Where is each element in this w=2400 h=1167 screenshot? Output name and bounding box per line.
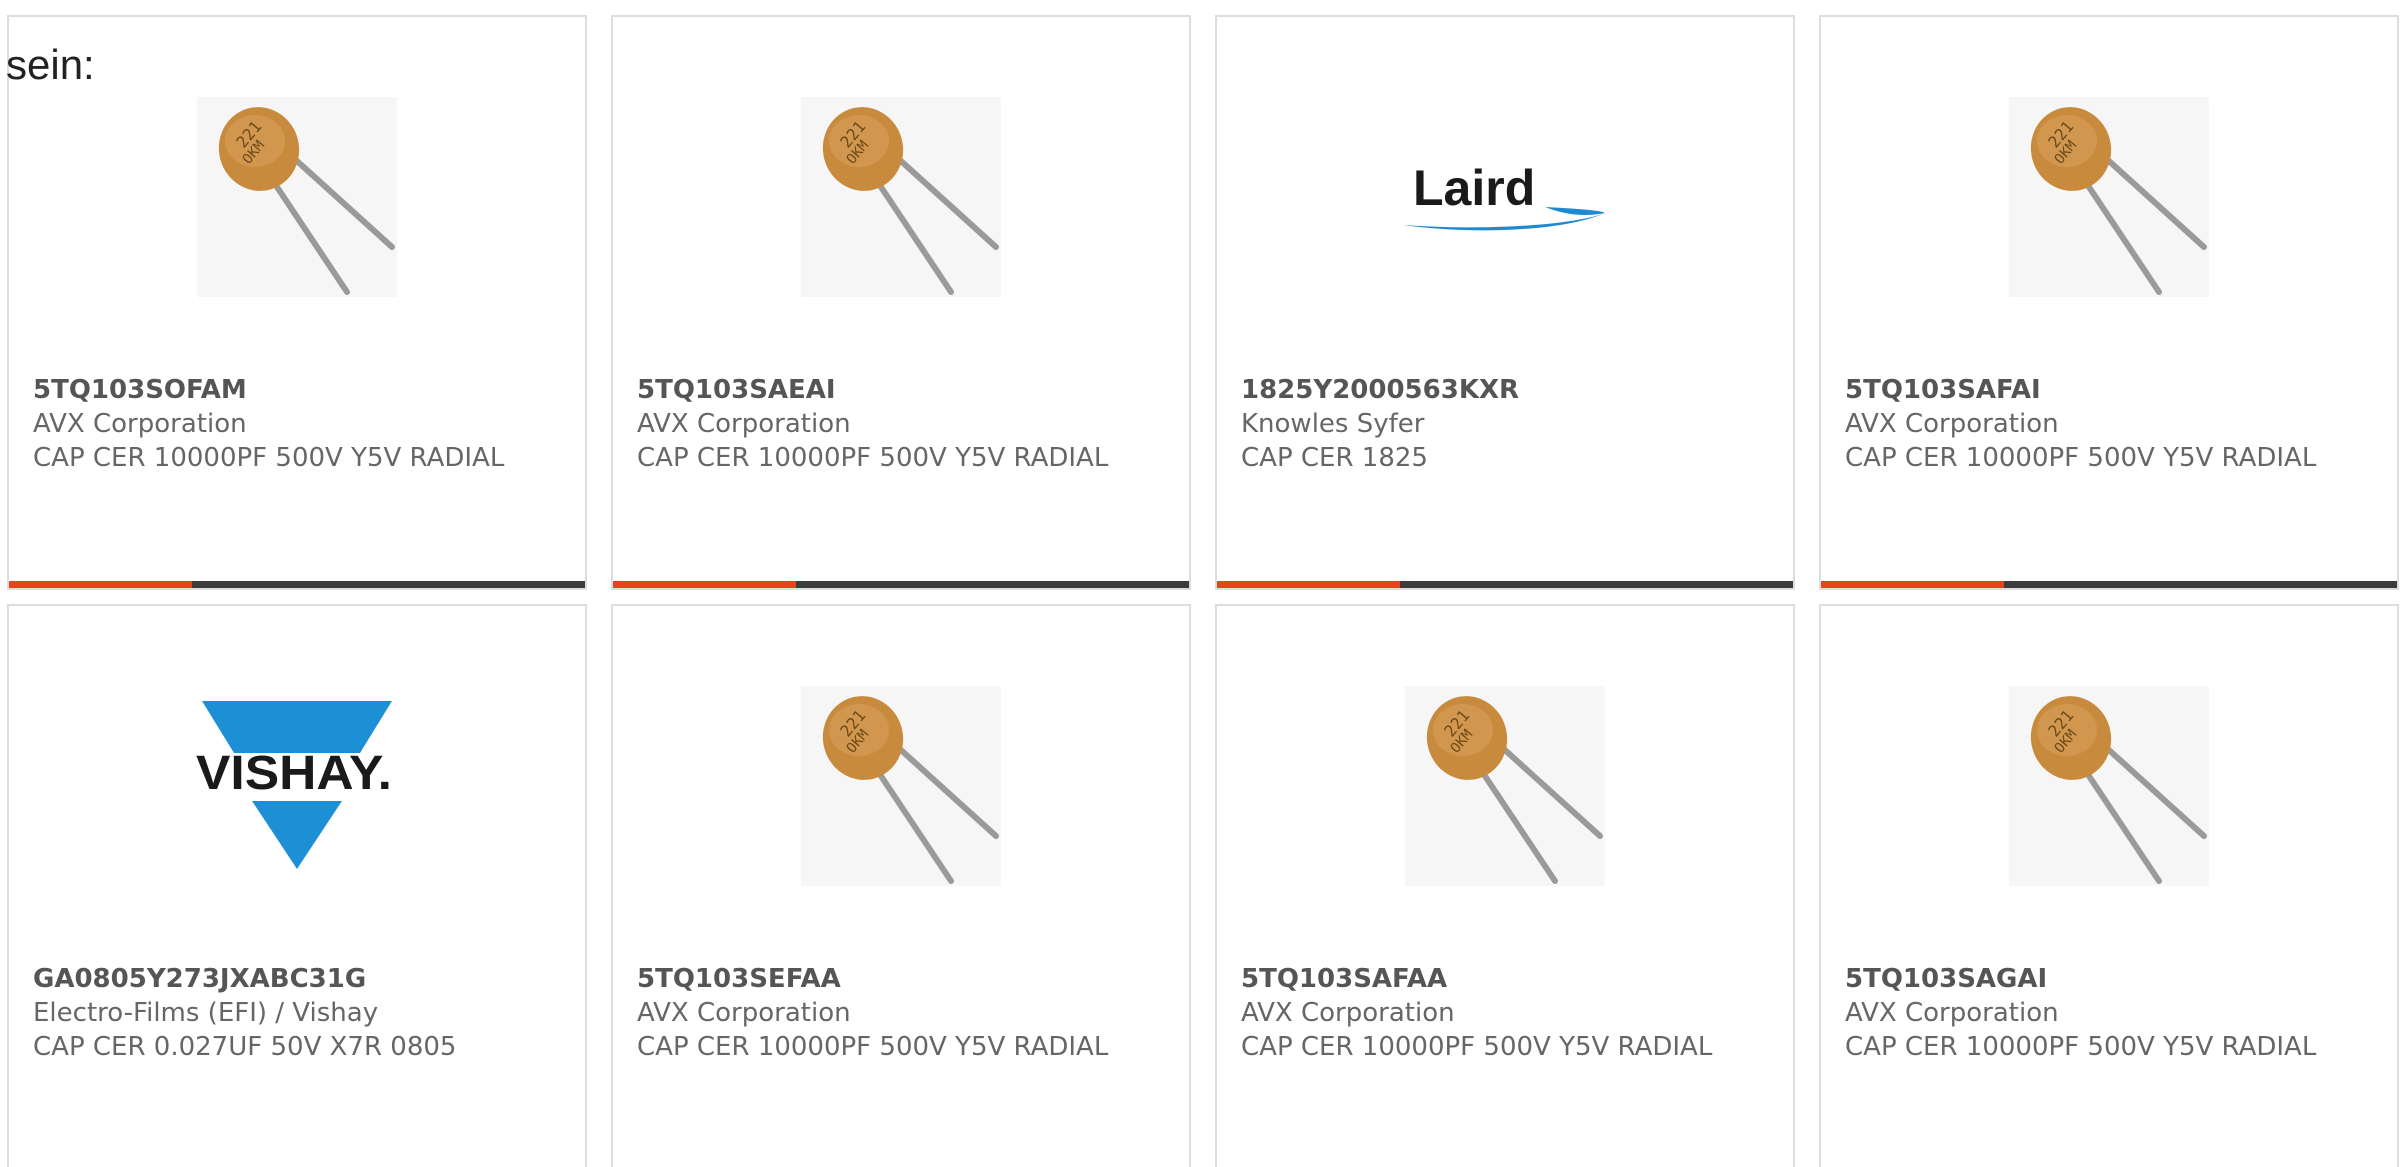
product-info: 5TQ103SAFAA AVX Corporation CAP CER 1000…	[1241, 962, 1773, 1064]
product-grid: 221 OKM 5TQ103SOFAM AVX Corporation CAP …	[7, 15, 2400, 1167]
product-image-area: 221 OKM	[1821, 676, 2397, 896]
product-image-area: 221 OKM	[1821, 87, 2397, 307]
manufacturer: AVX Corporation	[33, 409, 247, 439]
product-card[interactable]: Laird 1825Y2000563KXR Knowles Syfer CAP …	[1215, 15, 1795, 590]
product-info: 5TQ103SAGAI AVX Corporation CAP CER 1000…	[1845, 962, 2377, 1064]
description: CAP CER 10000PF 500V Y5V RADIAL	[33, 443, 505, 473]
product-card[interactable]: 221 OKM 5TQ103SAEAI AVX Corporation CAP …	[611, 15, 1191, 590]
part-number[interactable]: 5TQ103SEFAA	[637, 962, 1169, 996]
part-number[interactable]: GA0805Y273JXABC31G	[33, 962, 565, 996]
product-info: 5TQ103SEFAA AVX Corporation CAP CER 1000…	[637, 962, 1169, 1064]
part-number[interactable]: 5TQ103SAFAI	[1845, 373, 2377, 407]
product-image-area: VISHAY.	[9, 676, 585, 896]
description: CAP CER 1825	[1241, 443, 1428, 473]
product-info: 5TQ103SOFAM AVX Corporation CAP CER 1000…	[33, 373, 565, 475]
manufacturer: AVX Corporation	[1845, 998, 2059, 1028]
description: CAP CER 10000PF 500V Y5V RADIAL	[1241, 1032, 1713, 1062]
product-info: 5TQ103SAEAI AVX Corporation CAP CER 1000…	[637, 373, 1169, 475]
intro-text: sein:	[6, 41, 95, 88]
laird-logo: Laird	[1403, 160, 1605, 231]
product-card[interactable]: 221 OKM 5TQ103SAFAI AVX Corporation CAP …	[1819, 15, 2399, 590]
ceramic-capacitor-image: 221 OKM	[801, 97, 1001, 297]
part-number[interactable]: 5TQ103SAEAI	[637, 373, 1169, 407]
card-bottom-bar	[1217, 581, 1793, 588]
ceramic-capacitor-image: 221 OKM	[1405, 686, 1605, 886]
product-card[interactable]: 221 OKM 5TQ103SEFAA AVX Corporation CAP …	[611, 604, 1191, 1167]
product-info: GA0805Y273JXABC31G Electro-Films (EFI) /…	[33, 962, 565, 1064]
manufacturer: AVX Corporation	[1241, 998, 1455, 1028]
product-card[interactable]: 221 OKM 5TQ103SAGAI AVX Corporation CAP …	[1819, 604, 2399, 1167]
description: CAP CER 10000PF 500V Y5V RADIAL	[1845, 443, 2317, 473]
product-card[interactable]: 221 OKM 5TQ103SOFAM AVX Corporation CAP …	[7, 15, 587, 590]
product-image-area: 221 OKM	[613, 676, 1189, 896]
card-bar-accent	[613, 581, 796, 588]
svg-text:Laird: Laird	[1413, 160, 1535, 216]
manufacturer: AVX Corporation	[1845, 409, 2059, 439]
manufacturer: Knowles Syfer	[1241, 409, 1425, 439]
card-bottom-bar	[613, 581, 1189, 588]
ceramic-capacitor-image: 221 OKM	[801, 686, 1001, 886]
description: CAP CER 0.027UF 50V X7R 0805	[33, 1032, 457, 1062]
product-image-area: 221 OKM	[1217, 676, 1793, 896]
part-number[interactable]: 5TQ103SOFAM	[33, 373, 565, 407]
part-number[interactable]: 5TQ103SAFAA	[1241, 962, 1773, 996]
product-image-area: Laird	[1217, 87, 1793, 307]
card-bottom-bar	[9, 581, 585, 588]
svg-text:VISHAY.: VISHAY.	[196, 747, 392, 800]
product-card[interactable]: VISHAY. GA0805Y273JXABC31G Electro-Films…	[7, 604, 587, 1167]
ceramic-capacitor-image: 221 OKM	[2009, 97, 2209, 297]
product-info: 5TQ103SAFAI AVX Corporation CAP CER 1000…	[1845, 373, 2377, 475]
card-bar-accent	[1821, 581, 2004, 588]
vishay-logo: VISHAY.	[196, 701, 392, 869]
description: CAP CER 10000PF 500V Y5V RADIAL	[1845, 1032, 2317, 1062]
product-grid-page: sein: 221 OKM 5TQ103SOFAM AVX Corporatio…	[0, 0, 2400, 1167]
description: CAP CER 10000PF 500V Y5V RADIAL	[637, 443, 1109, 473]
product-info: 1825Y2000563KXR Knowles Syfer CAP CER 18…	[1241, 373, 1773, 475]
product-card[interactable]: 221 OKM 5TQ103SAFAA AVX Corporation CAP …	[1215, 604, 1795, 1167]
product-image-area: 221 OKM	[613, 87, 1189, 307]
ceramic-capacitor-image: 221 OKM	[2009, 686, 2209, 886]
manufacturer: AVX Corporation	[637, 409, 851, 439]
card-bar-accent	[9, 581, 192, 588]
manufacturer: Electro-Films (EFI) / Vishay	[33, 998, 379, 1028]
part-number[interactable]: 5TQ103SAGAI	[1845, 962, 2377, 996]
part-number[interactable]: 1825Y2000563KXR	[1241, 373, 1773, 407]
card-bottom-bar	[1821, 581, 2397, 588]
manufacturer: AVX Corporation	[637, 998, 851, 1028]
card-bar-accent	[1217, 581, 1400, 588]
description: CAP CER 10000PF 500V Y5V RADIAL	[637, 1032, 1109, 1062]
ceramic-capacitor-image: 221 OKM	[197, 97, 397, 297]
product-image-area: 221 OKM	[9, 87, 585, 307]
